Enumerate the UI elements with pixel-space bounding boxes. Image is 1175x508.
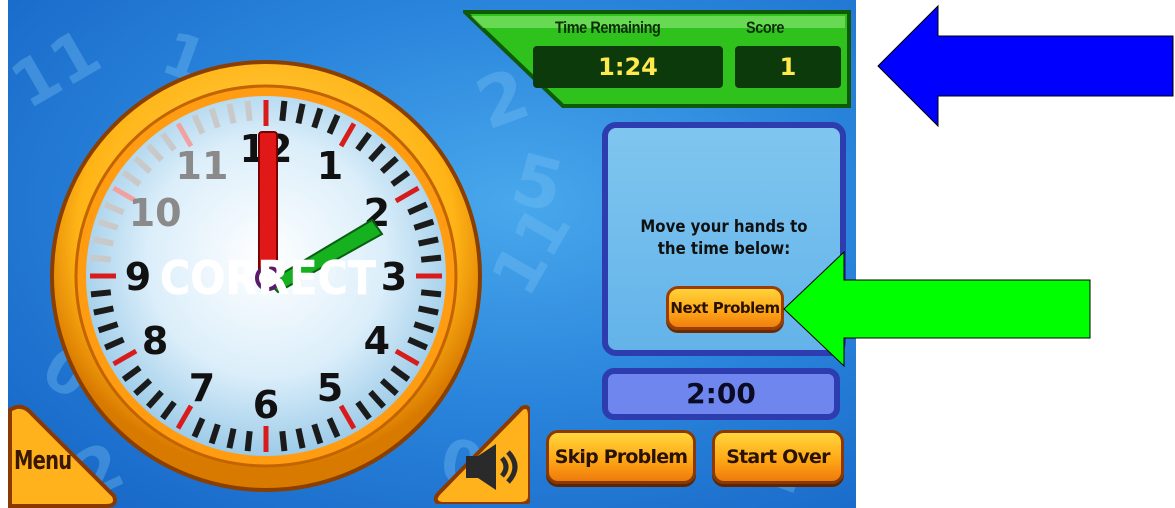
speaker-icon: [433, 405, 532, 506]
feedback-text: CORRECT: [160, 252, 376, 306]
menu-label: Menu: [14, 446, 72, 476]
hud-panel: Time Remaining Score 1:24 1: [463, 10, 853, 110]
time-remaining-value: 1:24: [533, 46, 723, 88]
clock-tick: [295, 103, 306, 125]
clock-tick: [244, 430, 253, 452]
start-over-button[interactable]: Start Over: [712, 430, 844, 484]
clock-number: 4: [364, 319, 390, 363]
clock-tick: [279, 430, 288, 452]
menu-button[interactable]: Menu: [8, 402, 122, 508]
clock-number: 3: [381, 255, 407, 299]
skip-problem-button[interactable]: Skip Problem: [546, 430, 696, 484]
score-label: Score: [746, 18, 785, 37]
game-area: 11 1 2 5 11 10 3 1 0 2 0 Time Remaining …: [8, 0, 856, 508]
green-annotation-arrow: [783, 250, 1091, 368]
blue-annotation-arrow: [877, 4, 1174, 128]
clock-tick: [90, 289, 112, 298]
next-problem-button[interactable]: Next Problem: [666, 286, 784, 330]
clock-tick: [417, 236, 439, 247]
svg-text:11: 11: [478, 194, 587, 308]
time-remaining-label: Time Remaining: [555, 18, 661, 37]
clock-tick: [93, 236, 115, 247]
clock-tick: [417, 305, 439, 316]
clock-tick: [279, 100, 288, 122]
clock-tick: [295, 427, 306, 449]
score-value: 1: [735, 46, 841, 88]
clock-number: 9: [125, 255, 151, 299]
clock-number: 5: [317, 366, 343, 410]
clock-number: 6: [253, 383, 279, 427]
clock-number: 10: [129, 191, 182, 235]
clock-number: 1: [317, 144, 343, 188]
clock-number: 8: [142, 319, 168, 363]
clock-tick: [244, 100, 253, 122]
clock-tick: [420, 254, 442, 263]
clock-tick: [226, 103, 237, 125]
sound-button[interactable]: [430, 404, 532, 506]
clock-tick: [90, 254, 112, 263]
clock-tick: [420, 289, 442, 298]
clock-number: 11: [176, 144, 229, 188]
clock-tick: [93, 305, 115, 316]
clock-number: 7: [189, 366, 215, 410]
clock-tick: [226, 427, 237, 449]
target-time-display: 2:00: [602, 368, 840, 420]
svg-text:5: 5: [504, 137, 572, 229]
